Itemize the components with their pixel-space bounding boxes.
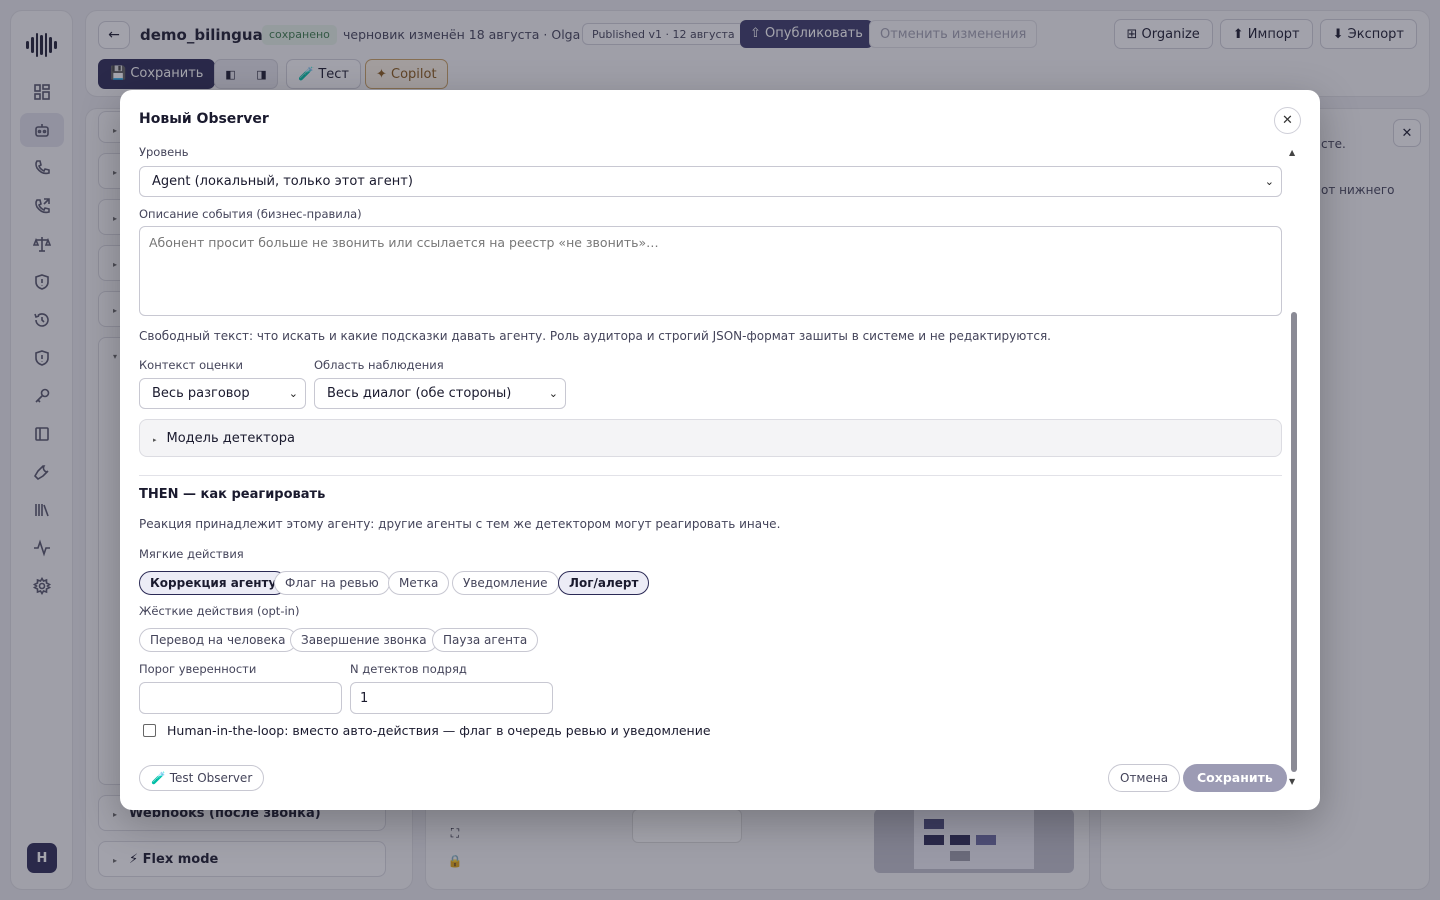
chip-log-alert[interactable]: Лог/алерт xyxy=(558,571,650,595)
cancel-button[interactable]: Отмена xyxy=(1108,764,1181,792)
threshold-label: Порог уверенности xyxy=(139,662,257,676)
chip-end-call[interactable]: Завершение звонка xyxy=(290,628,438,652)
scope-label: Область наблюдения xyxy=(314,358,444,372)
chevron-down-icon: ⌄ xyxy=(548,387,558,400)
hitl-label: Human-in-the-loop: вместо авто-действия … xyxy=(167,723,711,738)
n-detections-label: N детектов подряд xyxy=(350,662,467,676)
n-detections-input[interactable]: 1 xyxy=(350,682,553,714)
context-select[interactable]: Весь разговор ⌄ xyxy=(139,378,306,409)
context-label: Контекст оценки xyxy=(139,358,243,372)
threshold-input[interactable] xyxy=(139,682,342,714)
section-divider xyxy=(139,475,1282,476)
chip-tag[interactable]: Метка xyxy=(388,571,450,595)
scrollbar-thumb[interactable] xyxy=(1291,312,1297,772)
scope-select[interactable]: Весь диалог (обе стороны) ⌄ xyxy=(314,378,566,409)
then-help: Реакция принадлежит этому агенту: другие… xyxy=(139,517,781,531)
save-observer-button[interactable]: Сохранить xyxy=(1183,764,1287,792)
hard-actions-label: Жёсткие действия (opt-in) xyxy=(139,604,300,618)
then-section-title: THEN — как реагировать xyxy=(139,487,326,502)
soft-actions-label: Мягкие действия xyxy=(139,547,244,561)
chip-notification[interactable]: Уведомление xyxy=(452,571,559,595)
hitl-checkbox[interactable] xyxy=(143,724,156,737)
chevron-down-icon: ⌄ xyxy=(288,387,298,400)
test-observer-button[interactable]: 🧪 Test Observer xyxy=(139,765,265,791)
level-select[interactable]: Agent (локальный, только этот агент) ⌄ xyxy=(139,166,1282,197)
new-observer-dialog: Новый Observer ✕ Уровень Agent (локальны… xyxy=(120,90,1320,810)
dialog-title: Новый Observer xyxy=(139,111,269,127)
detector-model-disclosure[interactable]: ▸ Модель детектора xyxy=(139,419,1282,457)
scroll-up-icon[interactable]: ▲ xyxy=(1289,148,1295,157)
scroll-down-icon[interactable]: ▼ xyxy=(1289,777,1295,786)
chevron-down-icon: ⌄ xyxy=(1264,175,1274,188)
chip-review-flag[interactable]: Флаг на ревью xyxy=(274,571,390,595)
description-help: Свободный текст: что искать и какие подс… xyxy=(139,329,1051,343)
dialog-close-icon[interactable]: ✕ xyxy=(1274,107,1301,134)
description-label: Описание события (бизнес-правила) xyxy=(139,207,362,221)
chip-transfer-human[interactable]: Перевод на человека xyxy=(139,628,297,652)
chip-agent-correction[interactable]: Коррекция агенту xyxy=(139,571,288,595)
level-label: Уровень xyxy=(139,145,189,159)
description-textarea[interactable]: Абонент просит больше не звонить или ссы… xyxy=(139,226,1282,316)
chip-pause-agent[interactable]: Пауза агента xyxy=(432,628,539,652)
triangle-right-icon: ▸ xyxy=(153,436,157,444)
